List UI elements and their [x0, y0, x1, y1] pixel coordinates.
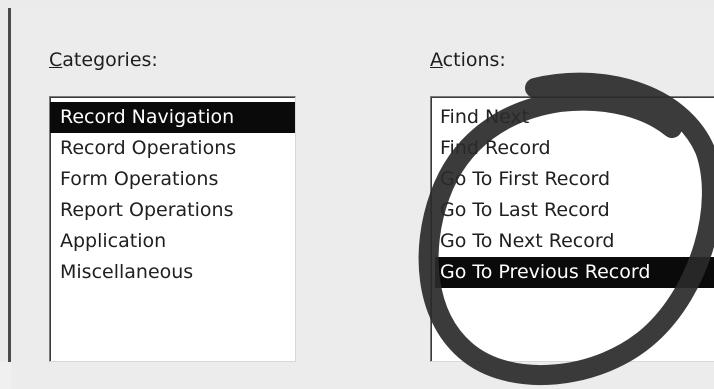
categories-label: Categories:	[49, 48, 158, 72]
category-item-record-operations[interactable]: Record Operations	[50, 133, 295, 164]
category-item-miscellaneous[interactable]: Miscellaneous	[50, 257, 295, 288]
categories-label-accelerator: C	[49, 49, 63, 71]
category-item-form-operations[interactable]: Form Operations	[50, 164, 295, 195]
categories-label-text: ategories:	[62, 49, 158, 71]
categories-listbox[interactable]: Record Navigation Record Operations Form…	[49, 96, 296, 362]
actions-label: Actions:	[430, 48, 506, 72]
action-item-go-to-next-record[interactable]: Go To Next Record	[431, 226, 714, 257]
category-item-record-navigation[interactable]: Record Navigation	[50, 102, 295, 133]
category-item-report-operations[interactable]: Report Operations	[50, 195, 295, 226]
action-item-go-to-last-record[interactable]: Go To Last Record	[431, 195, 714, 226]
action-item-go-to-first-record[interactable]: Go To First Record	[431, 164, 714, 195]
actions-listbox[interactable]: Find Next Find Record Go To First Record…	[430, 96, 714, 362]
actions-label-accelerator: A	[430, 49, 443, 71]
panel-left-border	[8, 8, 11, 362]
action-item-go-to-previous-record[interactable]: Go To Previous Record	[435, 257, 714, 288]
category-item-application[interactable]: Application	[50, 226, 295, 257]
actions-label-text: ctions:	[442, 49, 506, 71]
action-item-find-record[interactable]: Find Record	[431, 133, 714, 164]
action-item-find-next[interactable]: Find Next	[431, 102, 714, 133]
